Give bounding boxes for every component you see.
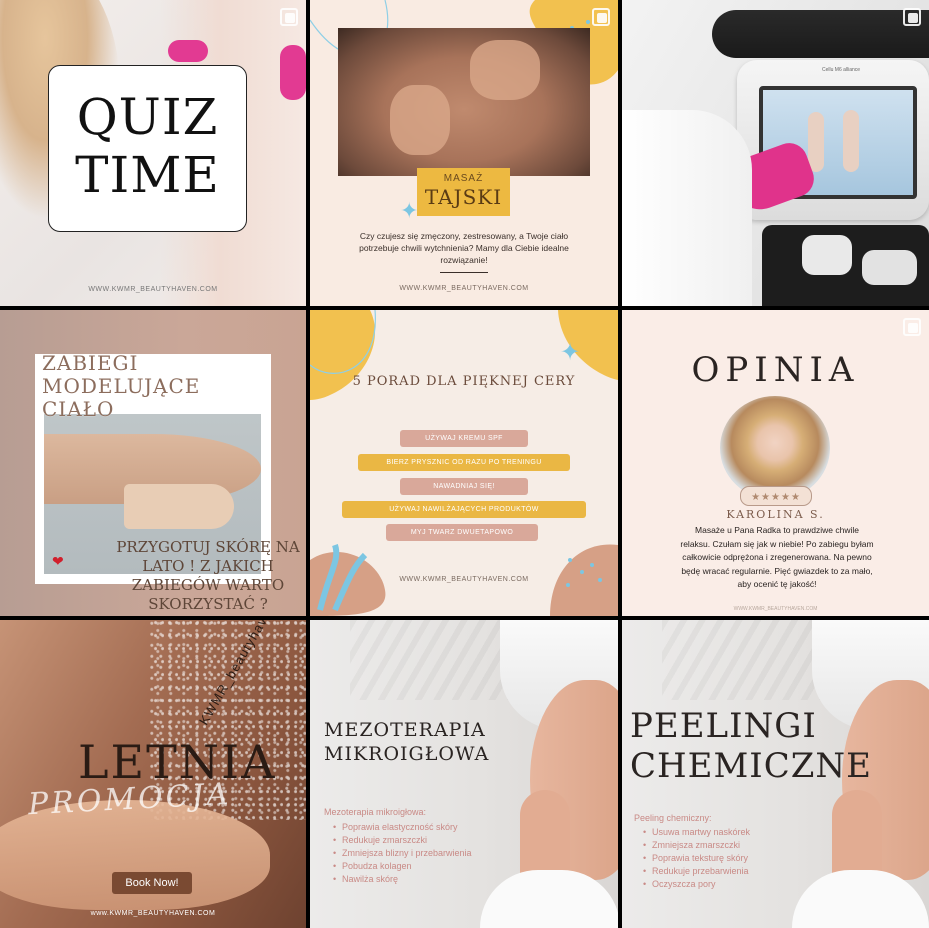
- list-item: Zmniejsza blizny i przebarwienia: [333, 847, 472, 860]
- divider: [440, 272, 488, 273]
- peel-title-2: CHEMICZNE: [630, 746, 872, 786]
- website-label: WWW.KWMR_BEAUTYHAVEN.COM: [88, 286, 218, 293]
- peel-lead: Peeling chemiczny:: [634, 813, 712, 823]
- mezo-title-1: MEZOTERAPIA: [324, 719, 486, 741]
- opinia-title: OPINIA: [691, 350, 860, 390]
- gallery-icon: [592, 8, 610, 26]
- tip-item: BIERZ PRYSZNIC OD RAZU PO TRENINGU: [358, 454, 570, 471]
- list-item: Poprawia elastyczność skóry: [333, 821, 472, 834]
- quiz-line-2: TIME: [75, 146, 220, 204]
- post-device[interactable]: Cellu M6 alliance: [622, 0, 929, 306]
- benefit-list: Poprawia elastyczność skóry Redukuje zma…: [330, 821, 472, 886]
- title-small: MASAŻ: [443, 173, 484, 184]
- post-mezoterapia[interactable]: MEZOTERAPIA MIKROIGŁOWA Mezoterapia mikr…: [310, 620, 618, 928]
- pink-glove-icon: [280, 45, 306, 100]
- tip-item: NAWADNIAJ SIĘ!: [400, 478, 528, 495]
- screen-figure: [808, 112, 824, 172]
- list-item: Oczyszcza pory: [643, 878, 750, 891]
- heart-icon: ❤: [52, 553, 64, 569]
- massage-photo: [338, 28, 590, 176]
- quiz-title: QUIZ TIME: [49, 88, 246, 204]
- review-text: Masaże u Pana Radka to prawdziwe chwile …: [680, 525, 874, 589]
- quiz-card: QUIZ TIME: [48, 65, 247, 232]
- instagram-post-grid: QUIZ TIME WWW.KWMR_BEAUTYHAVEN.COM MASAŻ…: [0, 0, 929, 928]
- post-masaz-tajski[interactable]: MASAŻ TAJSKI ✦ Czy czujesz się zmęczony,…: [310, 0, 618, 306]
- list-item: Redukuje przebarwienia: [643, 865, 750, 878]
- hand-shape: [390, 85, 450, 155]
- porady-title: 5 PORAD DLA PIĘKNEJ CERY: [352, 374, 576, 389]
- handpiece: [862, 250, 917, 285]
- mezo-title-2: MIKROIGŁOWA: [324, 743, 490, 765]
- tip-item: UŻYWAJ KREMU SPF: [400, 430, 528, 447]
- title-big: TAJSKI: [424, 185, 503, 209]
- star-icon: ★★★★★: [751, 492, 801, 503]
- list-item: Zmniejsza zmarszczki: [643, 839, 750, 852]
- gallery-icon: [903, 8, 921, 26]
- device-label: Cellu M6 alliance: [822, 67, 861, 73]
- list-item: Poprawia teksturę skóry: [643, 852, 750, 865]
- gallery-icon: [280, 8, 298, 26]
- quiz-line-1: QUIZ: [76, 88, 219, 146]
- peel-title-1: PEELINGI: [630, 706, 817, 746]
- zabiegi-title: ZABIEGI MODELUJĄCE CIAŁO: [42, 351, 201, 421]
- sparkle-icon: ✦: [560, 339, 581, 366]
- post-peelingi[interactable]: PEELINGI CHEMICZNE Peeling chemiczny: Us…: [622, 620, 929, 928]
- hand-shape: [470, 40, 540, 100]
- tip-item: UŻYWAJ NAWILŻAJĄCYCH PRODUKTÓW: [342, 501, 586, 518]
- peel-title: PEELINGI CHEMICZNE: [630, 706, 872, 786]
- title-box: MASAŻ TAJSKI: [417, 168, 510, 216]
- post-zabiegi[interactable]: ZABIEGI MODELUJĄCE CIAŁO ❤ PRZYGOTUJ SKÓ…: [0, 310, 306, 616]
- gallery-icon: [903, 318, 921, 336]
- person-sleeve: [622, 110, 752, 306]
- post-5-porad[interactable]: ✦ 5 PORAD DLA PIĘKNEJ CERY UŻYWAJ KREMU …: [310, 310, 618, 616]
- screen-figure: [843, 110, 859, 172]
- list-item: Redukuje zmarszczki: [333, 834, 472, 847]
- benefit-list: Usuwa martwy naskórek Zmniejsza zmarszcz…: [640, 826, 750, 891]
- post-letnia-promocja[interactable]: LETNIA PROMOCJA KWMR_beautyhaven Book No…: [0, 620, 306, 928]
- avatar: [720, 396, 830, 500]
- zabiegi-subtitle: PRZYGOTUJ SKÓRĘ NA LATO ! Z JAKICH ZABIE…: [116, 538, 300, 613]
- stars-badge: ★★★★★: [740, 486, 812, 506]
- description-text: Czy czujesz się zmęczony, zestresowany, …: [359, 231, 569, 265]
- post-opinia[interactable]: OPINIA ★★★★★ KAROLINA S. Masaże u Pana R…: [622, 310, 929, 616]
- underwear-shape: [124, 484, 234, 529]
- sparkle-icon: ✦: [400, 198, 419, 223]
- mezo-title: MEZOTERAPIA MIKROIGŁOWA: [324, 718, 489, 766]
- list-item: Nawilża skórę: [333, 873, 472, 886]
- reviewer-name: KAROLINA S.: [726, 508, 825, 521]
- device-arm: [712, 10, 929, 58]
- pink-glove-icon: [168, 40, 208, 62]
- website-label: WWW.KWMR_BEAUTYHAVEN.COM: [399, 576, 529, 583]
- list-item: Pobudza kolagen: [333, 860, 472, 873]
- post-quiz-time[interactable]: QUIZ TIME WWW.KWMR_BEAUTYHAVEN.COM: [0, 0, 306, 306]
- list-item: Usuwa martwy naskórek: [643, 826, 750, 839]
- book-now-button[interactable]: Book Now!: [112, 872, 192, 894]
- tip-item: MYJ TWARZ DWUETAPOWO: [386, 524, 538, 541]
- website-label: WWW.KWMR_BEAUTYHAVEN.COM: [733, 606, 818, 612]
- mezo-lead: Mezoterapia mikroigłowa:: [324, 807, 427, 817]
- handpiece: [802, 235, 852, 275]
- website-label: www.KWMR_BEAUTYHAVEN.COM: [90, 910, 216, 917]
- website-label: WWW.KWMR_BEAUTYHAVEN.COM: [399, 285, 529, 292]
